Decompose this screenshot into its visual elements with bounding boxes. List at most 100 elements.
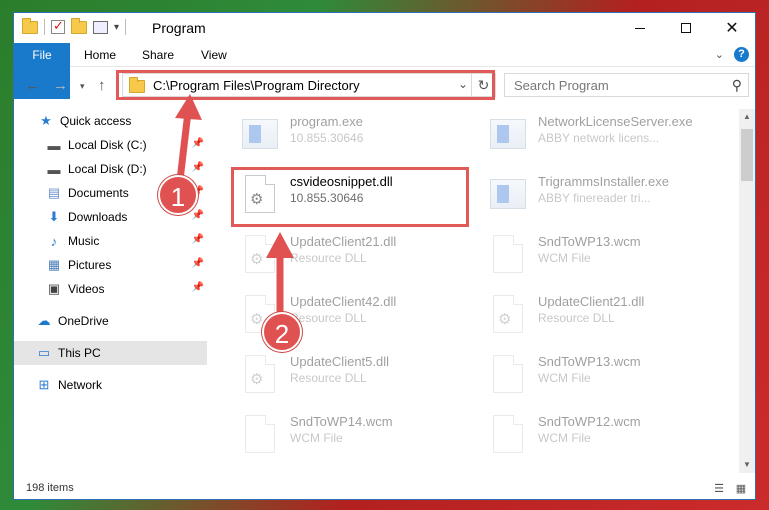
folder-icon — [22, 17, 38, 34]
network-icon: ⊞ — [38, 377, 50, 392]
file-name: UpdateClient5.dll — [290, 354, 390, 369]
sidebar-item-this-pc[interactable]: ▭ This PC — [14, 341, 207, 365]
file-name: NetworkLicenseServer.exe — [538, 114, 693, 129]
pin-icon[interactable]: 📌 — [192, 138, 204, 149]
computer-icon: ▭ — [37, 345, 51, 360]
expand-ribbon-icon[interactable]: ⌄ — [715, 48, 724, 61]
status-bar: 198 items ☰ ▦ — [14, 479, 755, 501]
customize-icon[interactable] — [93, 20, 108, 34]
sidebar-item-quick-access[interactable]: ★ Quick access — [14, 109, 207, 133]
file-description: Resource DLL — [290, 251, 367, 265]
properties-check-icon[interactable] — [51, 18, 65, 34]
pin-icon[interactable]: 📌 — [192, 282, 204, 293]
vertical-scrollbar[interactable]: ▲ ▼ — [739, 109, 755, 473]
back-arrow-icon[interactable]: ← — [25, 77, 40, 94]
help-icon[interactable]: ? — [734, 47, 749, 62]
star-icon: ★ — [40, 113, 52, 128]
file-item[interactable]: SndToWP13.wcm WCM File — [478, 229, 718, 285]
tab-share[interactable]: Share — [142, 43, 174, 67]
sidebar-item-label: Local Disk (D:) — [68, 162, 147, 176]
file-item[interactable]: program.exe 10.855.30646 — [230, 109, 470, 165]
sidebar-item-local-disk-c[interactable]: ▬ Local Disk (C:) 📌 — [14, 133, 207, 157]
sidebar-item-network[interactable]: ⊞ Network — [14, 373, 207, 397]
ribbon-controls: ⌄ ? — [715, 47, 749, 62]
file-description: 10.855.30646 — [290, 131, 364, 145]
scroll-thumb[interactable] — [741, 129, 753, 181]
sidebar-item-label: Downloads — [68, 210, 128, 224]
dll-icon: ⚙ — [490, 293, 526, 337]
sidebar-item-music[interactable]: ♪ Music 📌 — [14, 229, 207, 253]
address-highlight-box — [116, 70, 495, 100]
file-item[interactable]: TrigrammsInstaller.exe ABBY finereader t… — [478, 169, 718, 225]
sidebar-item-onedrive[interactable]: ☁ OneDrive — [14, 309, 207, 333]
file-item[interactable]: SndToWP13.wcm WCM File — [478, 349, 718, 405]
item-count: 198 items — [26, 482, 74, 494]
file-item[interactable]: ⚙ UpdateClient5.dll Resource DLL — [230, 349, 470, 405]
file-item[interactable]: ⚙ UpdateClient21.dll Resource DLL — [478, 289, 718, 345]
tab-home[interactable]: Home — [84, 43, 116, 67]
up-arrow-icon[interactable]: ↑ — [98, 77, 106, 94]
file-item[interactable]: NetworkLicenseServer.exe ABBY network li… — [478, 109, 718, 165]
file-description: Resource DLL — [538, 311, 615, 325]
view-toggle: ☰ ▦ — [711, 482, 749, 496]
recent-locations-icon[interactable]: ▾ — [80, 81, 85, 92]
chevron-down-icon[interactable]: ▾ — [114, 22, 119, 33]
pictures-icon: ▦ — [47, 257, 61, 272]
maximize-button[interactable] — [663, 13, 709, 43]
new-folder-icon[interactable] — [71, 17, 87, 34]
file-name: SndToWP13.wcm — [538, 234, 641, 249]
search-input[interactable]: Search Program ⚲ — [504, 73, 749, 97]
file-name: program.exe — [290, 114, 363, 129]
file-description: Resource DLL — [290, 311, 367, 325]
pin-icon[interactable]: 📌 — [192, 234, 204, 245]
file-highlight-box — [231, 167, 469, 227]
forward-arrow-icon[interactable]: → — [53, 77, 68, 94]
tiles-view-icon[interactable]: ▦ — [733, 482, 749, 496]
sidebar-item-label: OneDrive — [58, 314, 109, 328]
navigation-pane: ★ Quick access ▬ Local Disk (C:) 📌 ▬ Loc… — [14, 109, 207, 473]
file-item[interactable]: SndToWP12.wcm WCM File — [478, 409, 718, 465]
dll-icon: ⚙ — [242, 233, 278, 277]
pin-icon[interactable]: 📌 — [192, 258, 204, 269]
minimize-icon — [635, 27, 645, 29]
separator — [125, 19, 127, 35]
tab-view[interactable]: View — [201, 43, 227, 67]
exe-icon — [490, 173, 526, 217]
scroll-up-icon[interactable]: ▲ — [739, 109, 755, 125]
search-icon[interactable]: ⚲ — [732, 77, 742, 94]
close-icon: ✕ — [725, 20, 739, 37]
sidebar-item-pictures[interactable]: ▦ Pictures 📌 — [14, 253, 207, 277]
file-description: WCM File — [538, 371, 591, 385]
file-item[interactable]: ⚙ UpdateClient21.dll Resource DLL — [230, 229, 470, 285]
details-view-icon[interactable]: ☰ — [711, 482, 727, 496]
step-badge-1: 1 — [158, 175, 198, 215]
window-controls: ✕ — [617, 13, 755, 43]
maximize-icon — [681, 23, 691, 33]
file-item[interactable]: SndToWP14.wcm WCM File — [230, 409, 470, 465]
exe-icon — [242, 113, 278, 157]
file-description: WCM File — [538, 251, 591, 265]
search-placeholder: Search Program — [514, 78, 609, 93]
ribbon-tabs: File Home Share View ⌄ ? — [14, 43, 755, 99]
file-name: UpdateClient21.dll — [538, 294, 645, 309]
file-description: WCM File — [538, 431, 591, 445]
quick-access-toolbar: ▾ — [22, 17, 127, 35]
cloud-icon: ☁ — [37, 313, 51, 328]
file-description: ABBY finereader tri... — [538, 191, 651, 205]
close-button[interactable]: ✕ — [709, 13, 755, 43]
scroll-down-icon[interactable]: ▼ — [739, 457, 755, 473]
dll-icon: ⚙ — [242, 353, 278, 397]
sidebar-item-videos[interactable]: ▣ Videos 📌 — [14, 277, 207, 301]
minimize-button[interactable] — [617, 13, 663, 43]
file-list: program.exe 10.855.30646 NetworkLicenseS… — [220, 109, 741, 473]
file-name: SndToWP13.wcm — [538, 354, 641, 369]
file-name: TrigrammsInstaller.exe — [538, 174, 669, 189]
pin-icon[interactable]: 📌 — [192, 210, 204, 221]
file-icon — [490, 413, 526, 457]
pin-icon[interactable]: 📌 — [192, 162, 204, 173]
music-icon: ♪ — [50, 233, 58, 249]
videos-icon: ▣ — [47, 281, 61, 296]
title-bar: ▾ Program ✕ — [14, 13, 755, 43]
downloads-icon: ⬇ — [48, 209, 60, 224]
sidebar-item-label: Network — [58, 378, 103, 392]
